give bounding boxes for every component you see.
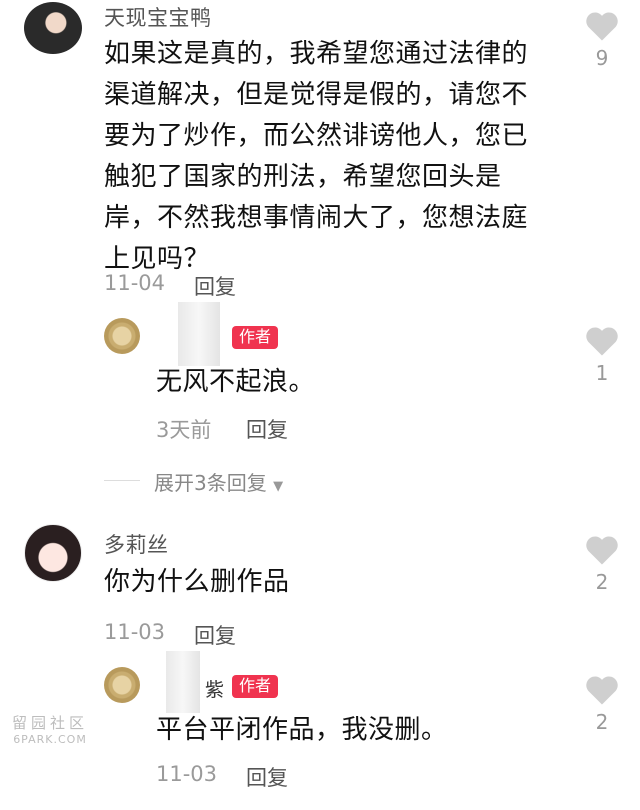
like-button[interactable]: 1 [584, 325, 622, 385]
comment-date: 11-04 [104, 271, 166, 295]
user-avatar[interactable] [24, 2, 82, 54]
like-count: 1 [595, 361, 609, 385]
comment-date: 11-03 [104, 620, 166, 644]
reply-button[interactable]: 回复 [194, 271, 236, 301]
like-button[interactable]: 9 [584, 10, 622, 70]
comment-text: 你为什么删作品 [104, 567, 290, 597]
watermark-line-1: 留园社区 [12, 714, 89, 732]
comment-username[interactable]: 多莉丝 [104, 529, 169, 559]
author-name-fragment[interactable]: 紫 [205, 675, 224, 702]
reply-button[interactable]: 回复 [246, 762, 288, 792]
blurred-author-name [178, 302, 220, 366]
comment-text-line: 要为了炒作，而公然诽谤他人，您已 [104, 121, 529, 151]
reply-date: 11-03 [156, 762, 218, 786]
like-count: 9 [595, 46, 609, 70]
like-button[interactable]: 2 [584, 534, 622, 594]
expand-replies-label: 展开3条回复 [154, 471, 267, 495]
comment-text-line: 渠道解决，但是觉得是假的，请您不 [104, 80, 529, 110]
author-avatar[interactable] [104, 318, 140, 354]
expand-replies-button[interactable]: 展开3条回复 ▼ [154, 467, 283, 496]
like-count: 2 [595, 710, 609, 734]
reply-text: 无风不起浪。 [156, 367, 316, 397]
like-button[interactable]: 2 [584, 674, 622, 734]
comment-text-line: 触犯了国家的刑法，希望您回头是 [104, 162, 502, 192]
watermark: 留园社区 6PARK.COM [12, 712, 88, 746]
comment-text-line: 上见吗？ [104, 244, 211, 274]
chevron-down-icon: ▼ [273, 479, 284, 494]
watermark-line-2: 6PARK.COM [13, 733, 87, 746]
comment-text-line: 岸，不然我想事情闹大了，您想法庭 [104, 203, 529, 233]
author-badge: 作者 [232, 675, 279, 698]
author-badge: 作者 [232, 326, 279, 349]
reply-button[interactable]: 回复 [194, 620, 236, 650]
heart-icon [586, 676, 618, 705]
blurred-author-name [166, 651, 200, 713]
heart-icon [586, 327, 618, 356]
like-count: 2 [595, 570, 609, 594]
reply-text: 平台平闭作品，我没删。 [156, 715, 448, 745]
comment-text-line: 如果这是真的，我希望您通过法律的 [104, 39, 529, 69]
reply-date: 3天前 [156, 418, 212, 442]
comment-text: 如果这是真的，我希望您通过法律的 渠道解决，但是觉得是假的，请您不 要为了炒作，… [104, 34, 564, 280]
user-avatar[interactable] [24, 524, 82, 582]
comment-username[interactable]: 天现宝宝鸭 [104, 2, 212, 32]
reply-button[interactable]: 回复 [246, 414, 288, 444]
expand-divider [104, 480, 140, 481]
heart-icon [586, 536, 618, 565]
author-avatar[interactable] [104, 667, 140, 703]
heart-icon [586, 12, 618, 41]
